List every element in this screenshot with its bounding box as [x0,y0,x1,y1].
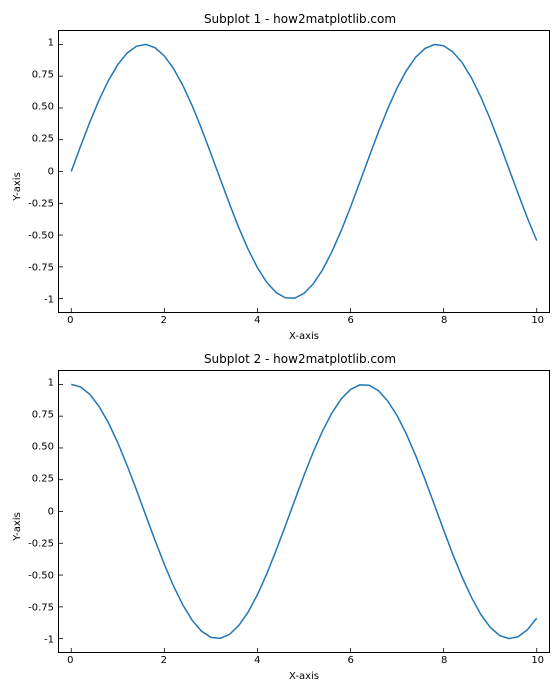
chart-2-body: Y-axis -1 -0.75 -0.50 -0.25 0 0.25 0.50 0.75 1 0… [10,370,550,682]
chart-1-xticks: 0 2 4 6 8 10 [58,313,550,329]
ytick-label: -0.50 [28,570,54,581]
ytick-label: -0.75 [28,602,54,613]
ytick-label: -0.50 [28,230,54,241]
chart-1-ylabel: Y-axis [12,172,23,201]
ytick-label: 1 [48,38,54,49]
ytick-label: 0 [48,506,54,517]
chart-1: Subplot 1 - how2matplotlib.com Y-axis -1… [10,12,550,342]
ytick-label: -0.25 [28,538,54,549]
xtick-label: 2 [161,655,167,666]
chart-2: Subplot 2 - how2matplotlib.com Y-axis -1… [10,352,550,682]
ytick-label: 0.25 [32,474,54,485]
ytick-label: 0.50 [32,102,54,113]
xtick-label: 2 [161,315,167,326]
chart-1-xlabel: X-axis [24,329,550,342]
xtick-label: 8 [441,655,447,666]
chart-1-body: Y-axis -1 -0.75 -0.50 -0.25 0 0.25 0.50 0.75 1 0… [10,30,550,342]
chart-2-title: Subplot 2 - how2matplotlib.com [10,352,550,366]
chart-2-ylabel: Y-axis [12,512,23,541]
ytick-label: 0.75 [32,70,54,81]
chart-2-plot-area [58,370,550,653]
chart-1-yticks: -1 -0.75 -0.50 -0.25 0 0.25 0.50 0.75 1 [24,30,58,313]
xtick-label: 4 [254,655,260,666]
ytick-label: -1 [44,294,54,305]
xtick-label: 6 [348,315,354,326]
chart-2-yticks: -1 -0.75 -0.50 -0.25 0 0.25 0.50 0.75 1 [24,370,58,653]
ytick-label: -1 [44,634,54,645]
ytick-label: 0.50 [32,442,54,453]
xtick-label: 0 [67,655,73,666]
xtick-label: 8 [441,315,447,326]
chart-2-xticks: 0 2 4 6 8 10 [58,653,550,669]
chart-1-title: Subplot 1 - how2matplotlib.com [10,12,550,26]
ytick-label: 0.75 [32,410,54,421]
ytick-label: -0.25 [28,198,54,209]
xtick-label: 10 [531,655,544,666]
chart-2-xlabel: X-axis [24,669,550,682]
ytick-label: -0.75 [28,262,54,273]
xtick-label: 4 [254,315,260,326]
ytick-label: 0.25 [32,134,54,145]
xtick-label: 0 [67,315,73,326]
xtick-label: 6 [348,655,354,666]
chart-1-plot-area [58,30,550,313]
xtick-label: 10 [531,315,544,326]
ytick-label: 0 [48,166,54,177]
ytick-label: 1 [48,378,54,389]
